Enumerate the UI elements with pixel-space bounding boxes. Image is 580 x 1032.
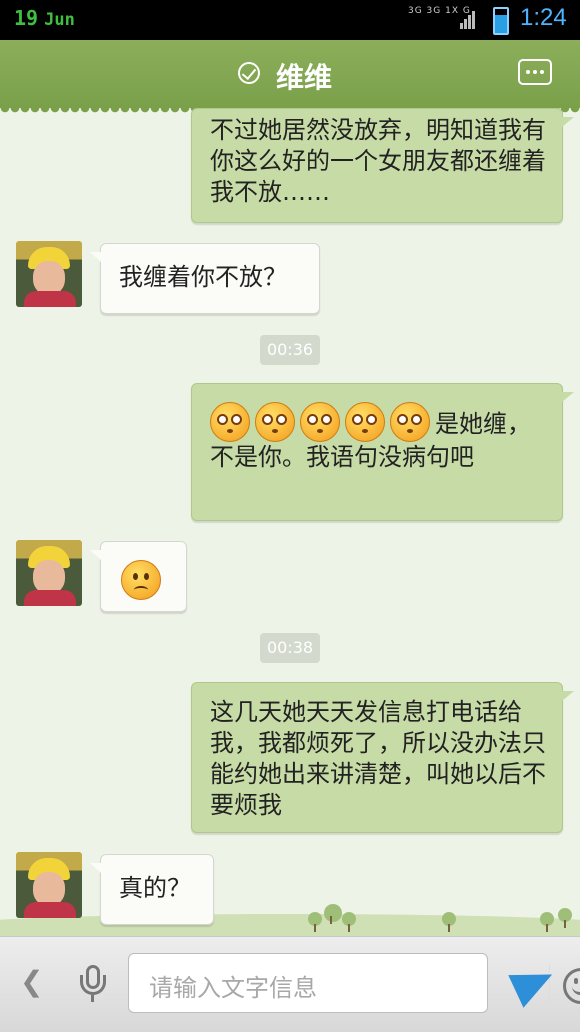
dizzy-face-icon xyxy=(345,402,385,442)
contact-name: 维维 xyxy=(276,61,333,94)
timestamp: 00:36 xyxy=(260,335,320,365)
dizzy-face-icon xyxy=(390,402,430,442)
message-incoming[interactable] xyxy=(90,541,187,612)
message-text: 不过她居然没放弃，明知道我有你这么好的一个女朋友都还缠着我不放…… xyxy=(210,116,546,206)
avatar[interactable] xyxy=(16,241,82,307)
timestamp: 00:38 xyxy=(260,633,320,663)
message-text: 真的？ xyxy=(119,874,191,902)
status-bar: 19 Jun 3G 3G 1X G 1:24 xyxy=(0,0,580,40)
avatar[interactable] xyxy=(16,852,82,918)
message-outgoing[interactable]: 是她缠，不是你。我语句没病句吧 xyxy=(191,383,574,521)
dizzy-face-icon xyxy=(300,402,340,442)
smiley-icon[interactable] xyxy=(563,968,580,1004)
dizzy-face-icon xyxy=(210,402,250,442)
status-date: 19 Jun xyxy=(14,6,75,30)
message-outgoing[interactable]: 不过她居然没放弃，明知道我有你这么好的一个女朋友都还缠着我不放…… xyxy=(191,108,574,223)
message-input[interactable]: 请输入文字信息 xyxy=(128,953,580,1013)
input-placeholder: 请输入文字信息 xyxy=(149,974,317,1002)
avatar[interactable] xyxy=(16,540,82,606)
landscape-decoration xyxy=(0,900,580,936)
message-incoming[interactable]: 我缠着你不放？ xyxy=(90,243,320,314)
check-circle-icon xyxy=(238,62,260,84)
send-icon[interactable] xyxy=(508,958,560,1008)
message-text: 这几天她天天发信息打电话给我，我都烦死了，所以没办法只能约她出来讲清楚，叫她以后… xyxy=(210,698,546,819)
message-text: 我缠着你不放？ xyxy=(119,263,287,291)
chat-header: 维维 xyxy=(0,40,580,114)
status-time: 1:24 xyxy=(520,4,567,31)
message-incoming[interactable]: 真的？ xyxy=(90,854,214,925)
input-bar: ❮ 请输入文字信息 xyxy=(0,936,580,1032)
signal-icon xyxy=(460,10,476,29)
message-outgoing[interactable]: 这几天她天天发信息打电话给我，我都烦死了，所以没办法只能约她出来讲清楚，叫她以后… xyxy=(191,682,574,833)
battery-icon xyxy=(493,7,509,35)
microphone-icon[interactable] xyxy=(78,965,108,1005)
more-dots-icon[interactable] xyxy=(518,59,552,85)
confused-face-icon xyxy=(121,560,161,600)
chevron-left-icon[interactable]: ❮ xyxy=(20,965,43,998)
dizzy-face-icon xyxy=(255,402,295,442)
